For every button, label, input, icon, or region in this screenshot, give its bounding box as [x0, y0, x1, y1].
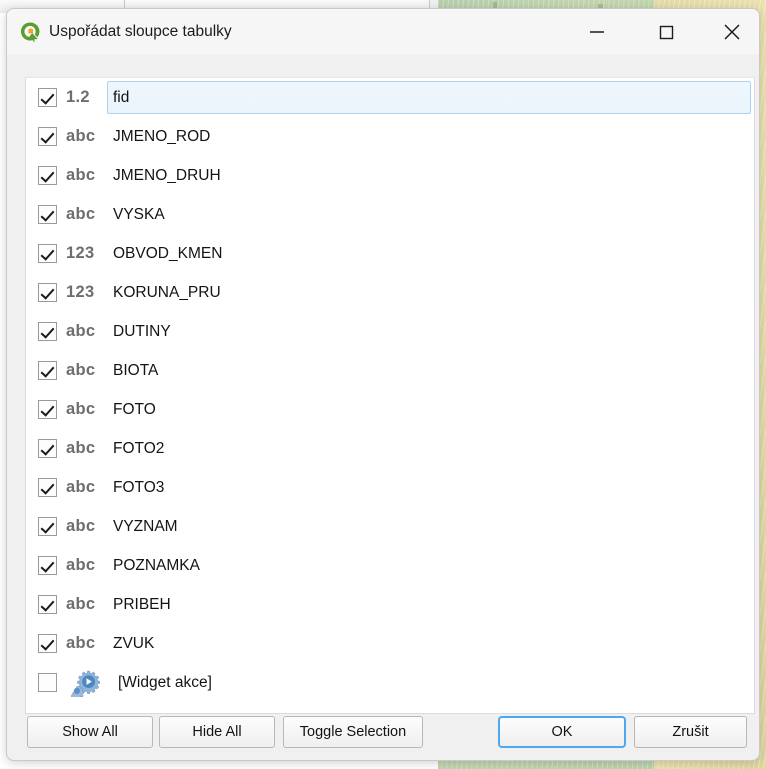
field-name-cell[interactable]: BIOTA	[107, 354, 751, 387]
field-name-label: KORUNA_PRU	[113, 283, 221, 301]
field-type-icon: abc	[66, 439, 96, 457]
field-type-icon: 123	[66, 283, 95, 301]
field-type-icon: abc	[66, 205, 96, 223]
dialog-title-bar[interactable]: Uspořádat sloupce tabulky	[7, 9, 759, 54]
field-list-item[interactable]: abc VYZNAM	[26, 507, 754, 546]
field-type-icon: abc	[66, 517, 96, 535]
maximize-icon[interactable]	[643, 9, 689, 54]
field-name-label: PRIBEH	[113, 595, 171, 613]
field-type-icon: abc	[66, 634, 96, 652]
field-name-label: FOTO	[113, 400, 156, 418]
checkbox-checked-icon[interactable]	[38, 166, 57, 185]
checkbox-checked-icon[interactable]	[38, 439, 57, 458]
checkbox-checked-icon[interactable]	[38, 205, 57, 224]
field-name-label: DUTINY	[113, 322, 171, 340]
field-list-item[interactable]: abc JMENO_ROD	[26, 117, 754, 156]
show-all-button[interactable]: Show All	[27, 716, 153, 748]
field-type-icon: abc	[66, 400, 96, 418]
field-list-item[interactable]: abc VYSKA	[26, 195, 754, 234]
field-name-cell[interactable]: VYZNAM	[107, 510, 751, 543]
hide-all-button[interactable]: Hide All	[159, 716, 275, 748]
checkbox-unchecked-icon[interactable]	[38, 673, 57, 692]
checkbox-checked-icon[interactable]	[38, 127, 57, 146]
field-name-label: FOTO3	[113, 478, 165, 496]
field-list-item[interactable]: [Widget akce]	[26, 663, 754, 702]
field-name-cell[interactable]: OBVOD_KMEN	[107, 237, 751, 270]
toggle-selection-button[interactable]: Toggle Selection	[283, 716, 423, 748]
cancel-button[interactable]: Zrušit	[634, 716, 747, 748]
field-name-label: BIOTA	[113, 361, 159, 379]
checkbox-checked-icon[interactable]	[38, 322, 57, 341]
checkbox-checked-icon[interactable]	[38, 361, 57, 380]
field-name-cell[interactable]: FOTO2	[107, 432, 751, 465]
checkbox-checked-icon[interactable]	[38, 283, 57, 302]
field-name-cell[interactable]: KORUNA_PRU	[107, 276, 751, 309]
field-name-cell[interactable]: FOTO3	[107, 471, 751, 504]
qgis-logo-icon	[19, 21, 41, 43]
field-list-item[interactable]: abc BIOTA	[26, 351, 754, 390]
field-type-icon: abc	[66, 127, 96, 145]
organize-table-columns-dialog: Uspořádat sloupce tabulky 1.2 fid abc JMENO…	[6, 8, 760, 761]
field-list-item[interactable]: 123 OBVOD_KMEN	[26, 234, 754, 273]
field-list-item[interactable]: abc DUTINY	[26, 312, 754, 351]
field-name-label: fid	[113, 88, 130, 106]
checkbox-checked-icon[interactable]	[38, 634, 57, 653]
field-name-label: POZNAMKA	[113, 556, 200, 574]
field-list-item[interactable]: abc PRIBEH	[26, 585, 754, 624]
dialog-title: Uspořádat sloupce tabulky	[49, 23, 232, 40]
field-list[interactable]: 1.2 fid abc JMENO_ROD abc JMENO_DRUH abc VYSKA 1…	[25, 77, 755, 714]
checkbox-checked-icon[interactable]	[38, 595, 57, 614]
field-name-cell[interactable]: PRIBEH	[107, 588, 751, 621]
field-name-label: VYSKA	[113, 205, 165, 223]
field-name-label: ZVUK	[113, 634, 155, 652]
checkbox-checked-icon[interactable]	[38, 244, 57, 263]
field-type-icon: abc	[66, 556, 96, 574]
ok-button[interactable]: OK	[498, 716, 626, 748]
field-name-label: VYZNAM	[113, 517, 178, 535]
field-name-cell[interactable]: JMENO_DRUH	[107, 159, 751, 192]
checkbox-checked-icon[interactable]	[38, 517, 57, 536]
field-name-label: FOTO2	[113, 439, 165, 457]
checkbox-checked-icon[interactable]	[38, 478, 57, 497]
field-type-icon: 1.2	[66, 88, 90, 106]
field-type-icon: abc	[66, 166, 96, 184]
action-widget-icon	[71, 669, 111, 697]
field-name-cell[interactable]: DUTINY	[107, 315, 751, 348]
field-list-item[interactable]: abc FOTO	[26, 390, 754, 429]
field-name-cell[interactable]: [Widget akce]	[112, 666, 751, 699]
field-name-cell[interactable]: JMENO_ROD	[107, 120, 751, 153]
field-name-cell[interactable]: POZNAMKA	[107, 549, 751, 582]
field-name-label: JMENO_DRUH	[113, 166, 221, 184]
field-name-label: [Widget akce]	[118, 673, 212, 691]
field-name-label: JMENO_ROD	[113, 127, 211, 145]
checkbox-checked-icon[interactable]	[38, 88, 57, 107]
field-name-cell[interactable]: ZVUK	[107, 627, 751, 660]
field-type-icon: 123	[66, 244, 95, 262]
field-type-icon: abc	[66, 322, 96, 340]
field-type-icon: abc	[66, 478, 96, 496]
field-list-item[interactable]: abc FOTO3	[26, 468, 754, 507]
field-list-item[interactable]: abc POZNAMKA	[26, 546, 754, 585]
field-name-cell[interactable]: FOTO	[107, 393, 751, 426]
field-name-label: OBVOD_KMEN	[113, 244, 223, 262]
close-icon[interactable]	[709, 9, 755, 54]
checkbox-checked-icon[interactable]	[38, 400, 57, 419]
field-name-cell[interactable]: VYSKA	[107, 198, 751, 231]
dialog-button-bar: Show All Hide All Toggle Selection OK Zr…	[7, 712, 759, 760]
field-list-item[interactable]: abc FOTO2	[26, 429, 754, 468]
field-type-icon: abc	[66, 595, 96, 613]
checkbox-checked-icon[interactable]	[38, 556, 57, 575]
field-list-item[interactable]: 1.2 fid	[26, 78, 754, 117]
field-name-cell[interactable]: fid	[107, 81, 751, 114]
field-list-item[interactable]: 123 KORUNA_PRU	[26, 273, 754, 312]
field-type-icon: abc	[66, 361, 96, 379]
minimize-icon[interactable]	[574, 9, 620, 54]
field-list-item[interactable]: abc ZVUK	[26, 624, 754, 663]
field-list-item[interactable]: abc JMENO_DRUH	[26, 156, 754, 195]
